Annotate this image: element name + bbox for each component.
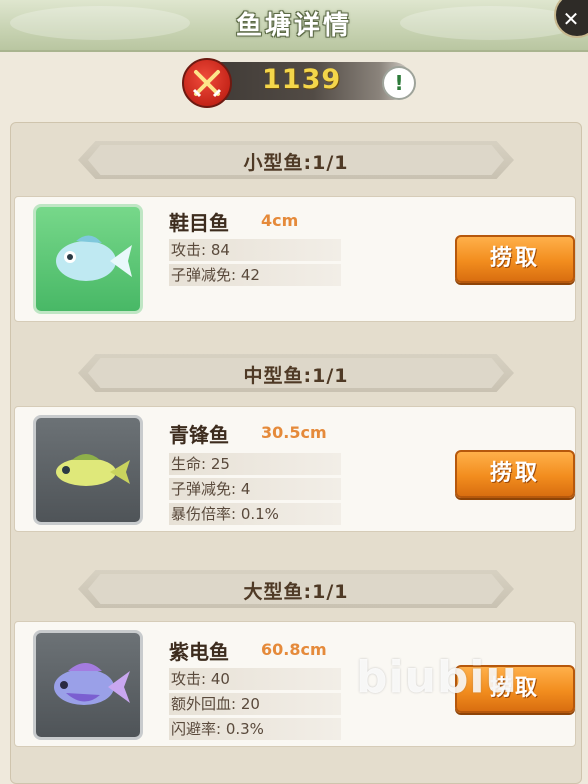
fish-icon — [56, 454, 130, 486]
fish-card: 鞋目鱼 4cm 攻击: 84 子弹减免: 42 捞取 — [14, 196, 576, 322]
catch-button[interactable]: 捞取 — [455, 665, 575, 713]
fish-size: 30.5cm — [261, 423, 327, 442]
fish-size: 4cm — [261, 211, 299, 230]
fish-thumbnail — [33, 204, 143, 314]
fish-icon — [56, 235, 132, 281]
fish-thumbnail — [33, 415, 143, 525]
fish-card: 紫电鱼 60.8cm 攻击: 40 额外回血: 20 闪避率: 0.3% 捞取 — [14, 621, 576, 747]
power-value: 1139 — [262, 64, 342, 95]
fish-size: 60.8cm — [261, 640, 327, 659]
info-icon[interactable]: ! — [382, 66, 416, 100]
fish-stat: 闪避率: 0.3% — [169, 718, 341, 740]
fish-stat: 子弹减免: 42 — [169, 264, 341, 286]
fish-name: 鞋目鱼 — [169, 211, 229, 235]
catch-button[interactable]: 捞取 — [455, 235, 575, 283]
fish-name: 紫电鱼 — [169, 640, 229, 664]
fish-stat: 攻击: 84 — [169, 239, 341, 261]
fish-stat: 子弹减免: 4 — [169, 478, 341, 500]
section-label-large: 大型鱼:1/1 — [243, 581, 349, 603]
close-icon: ✕ — [562, 7, 580, 31]
page-title: 鱼塘详情 — [235, 11, 352, 41]
fish-stat: 暴伤倍率: 0.1% — [169, 503, 341, 525]
crossed-swords-icon — [182, 58, 232, 108]
fish-stat: 生命: 25 — [169, 453, 341, 475]
fish-stat: 额外回血: 20 — [169, 693, 341, 715]
section-label-small: 小型鱼:1/1 — [243, 152, 349, 174]
catch-button[interactable]: 捞取 — [455, 450, 575, 498]
fish-name: 青锋鱼 — [169, 423, 229, 447]
fish-stat: 攻击: 40 — [169, 668, 341, 690]
title-bar: 鱼塘详情 — [0, 0, 588, 52]
fish-card: 青锋鱼 30.5cm 生命: 25 子弹减免: 4 暴伤倍率: 0.1% 捞取 — [14, 406, 576, 532]
fish-icon — [54, 663, 130, 705]
section-label-medium: 中型鱼:1/1 — [243, 365, 349, 387]
fish-thumbnail — [33, 630, 143, 740]
